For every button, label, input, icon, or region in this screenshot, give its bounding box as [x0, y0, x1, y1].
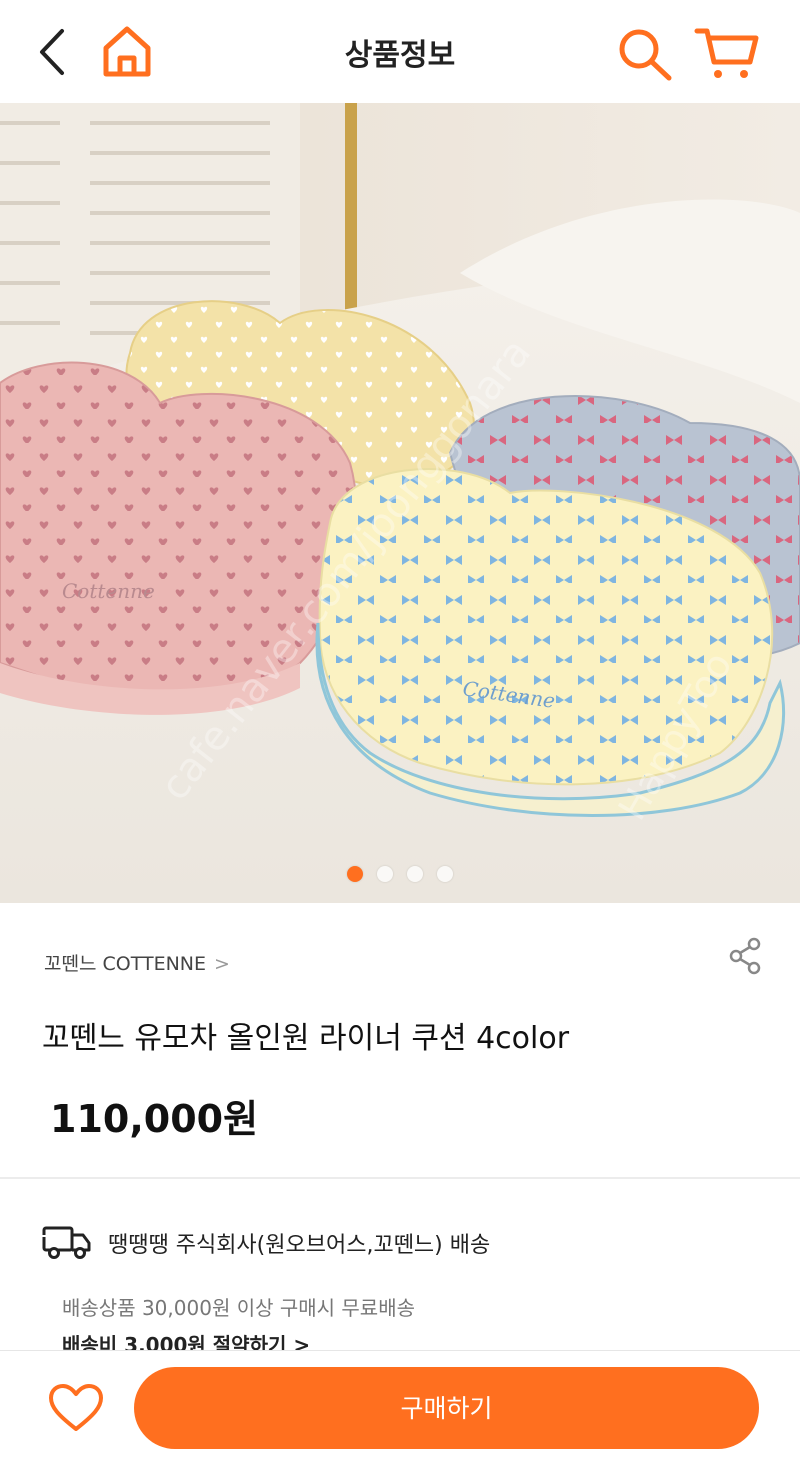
- cart-icon[interactable]: [694, 26, 760, 82]
- section-divider: [0, 1177, 800, 1179]
- gallery-dot[interactable]: [347, 866, 363, 882]
- page-title: 상품정보: [344, 38, 456, 73]
- product-name: 꼬뗀느 유모차 올인원 라이너 쿠션 4color: [42, 1021, 570, 1056]
- buy-button[interactable]: 구매하기: [134, 1367, 759, 1449]
- share-icon[interactable]: [727, 937, 763, 975]
- chevron-right-icon: >: [214, 953, 230, 975]
- product-image[interactable]: Cottenne Cottenne cafe.naver.com/joonggo…: [0, 103, 800, 903]
- brand-link[interactable]: 꼬뗀느 COTTENNE >: [44, 949, 230, 976]
- free-shipping-condition: 배송상품 30,000원 이상 구매시 무료배송: [62, 1296, 416, 1320]
- product-price: 110,000원: [50, 1097, 259, 1141]
- gallery-dot[interactable]: [407, 866, 423, 882]
- gallery-dot[interactable]: [377, 866, 393, 882]
- delivery-truck-icon: [42, 1226, 91, 1259]
- gallery-dot[interactable]: [437, 866, 453, 882]
- shipping-carrier: 땡땡땡 주식회사(원오브어스,꼬뗀느) 배송: [108, 1233, 491, 1258]
- svg-text:Cottenne: Cottenne: [62, 579, 155, 603]
- search-icon[interactable]: [616, 26, 674, 82]
- gallery-pagination: [0, 866, 800, 886]
- brand-name: 꼬뗀느 COTTENNE: [44, 953, 207, 975]
- wishlist-heart-icon[interactable]: [48, 1383, 104, 1433]
- top-bar: 상품정보: [0, 0, 800, 103]
